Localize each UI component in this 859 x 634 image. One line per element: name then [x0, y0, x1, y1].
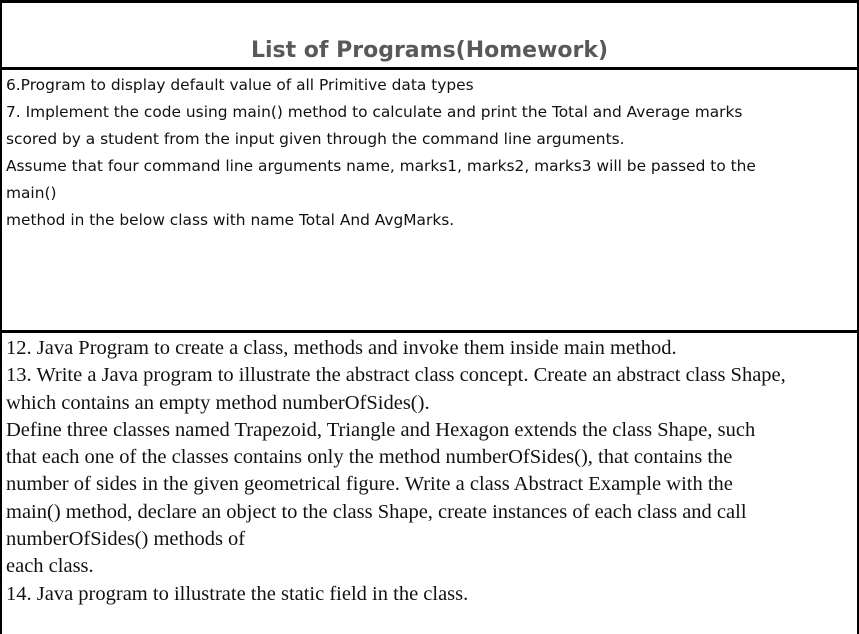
top-border — [0, 0, 859, 3]
text-line: 13. Write a Java program to illustrate t… — [6, 364, 786, 387]
text-line: that each one of the classes contains on… — [6, 446, 733, 469]
text-line: numberOfSides() methods of — [6, 528, 246, 551]
homework-section-upper: 6.Program to display default value of al… — [6, 72, 851, 234]
text-line: each class. — [6, 555, 94, 578]
homework-section-lower: 12. Java Program to create a class, meth… — [6, 335, 857, 608]
text-line: 12. Java Program to create a class, meth… — [6, 337, 677, 359]
section-divider — [0, 330, 859, 333]
text-line: method in the below class with name Tota… — [6, 211, 455, 229]
text-line: number of sides in the given geometrical… — [6, 473, 733, 496]
text-line: scored by a student from the input given… — [6, 130, 625, 148]
text-line: Assume that four command line arguments … — [6, 157, 756, 175]
text-line: main() — [6, 184, 57, 202]
text-line: Define three classes named Trapezoid, Tr… — [6, 418, 756, 441]
title-divider — [0, 67, 859, 70]
text-line: which contains an empty method numberOfS… — [6, 391, 430, 414]
text-line: 6.Program to display default value of al… — [6, 76, 474, 94]
text-line: 7. Implement the code using main() metho… — [6, 103, 743, 121]
page-title: List of Programs(Homework) — [250, 38, 609, 63]
text-line: 14. Java program to illustrate the stati… — [6, 582, 469, 605]
text-line: main() method, declare an object to the … — [6, 500, 747, 523]
